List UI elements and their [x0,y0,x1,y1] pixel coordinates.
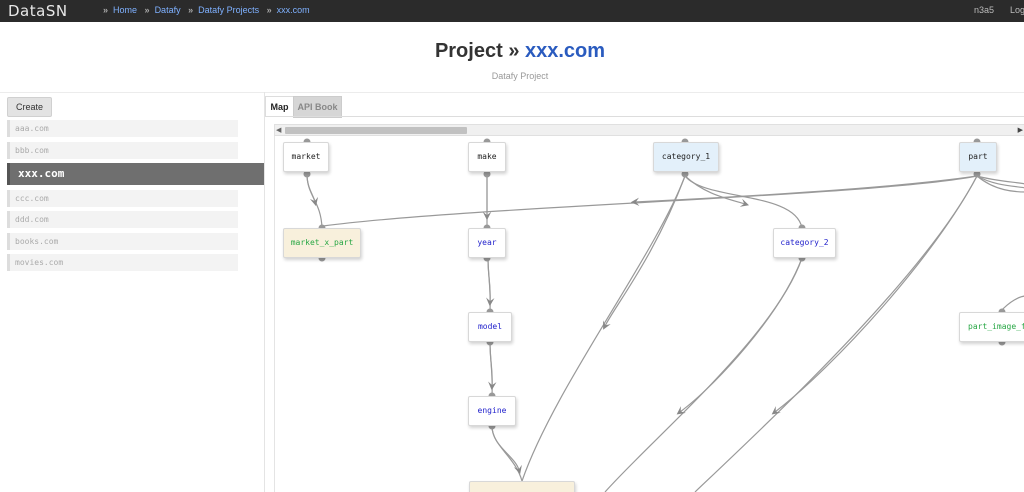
logout-link[interactable]: Log [1010,5,1024,15]
project-sidebar: Create aaa.com bbb.com xxx.com ccc.com d… [0,92,264,492]
breadcrumb-datafy-projects[interactable]: Datafy Projects [198,5,259,15]
node-make[interactable]: make [468,142,506,172]
node-model[interactable]: model [468,312,512,342]
project-item[interactable]: ddd.com [7,211,238,228]
tab-divider [265,116,1024,117]
breadcrumb-home[interactable]: Home [113,5,137,15]
node-category-1[interactable]: category_1 [653,142,719,172]
top-navbar: DataSN » Home » Datafy » Datafy Projects » x… [0,0,1024,22]
node-bottom-partial[interactable] [469,481,575,492]
user-menu[interactable]: n3a5 [974,5,994,15]
breadcrumb-separator: » [144,5,150,15]
map-edges [303,138,1024,492]
project-item[interactable]: bbb.com [7,142,238,159]
brand-logo[interactable]: DataSN [8,2,68,20]
scroll-left-arrow-icon[interactable]: ◀ [276,126,281,134]
page-title: Project » xxx.com [0,40,1024,63]
node-market-x-part[interactable]: market_x_part [283,228,361,258]
page-title-separator: » [508,40,520,62]
project-item-active[interactable]: xxx.com [7,163,264,185]
page-subtitle: Datafy Project [491,71,549,81]
node-category-2[interactable]: category_2 [773,228,836,258]
main-content: Map API Book ◀ ▶ market make category_1 … [264,92,1024,492]
breadcrumb-current[interactable]: xxx.com [277,5,310,15]
node-part-image-fi[interactable]: part_image_fi [959,312,1024,342]
node-part[interactable]: part [959,142,997,172]
node-engine[interactable]: engine [468,396,516,426]
breadcrumb-datafy[interactable]: Datafy [155,5,181,15]
project-item[interactable]: aaa.com [7,120,238,137]
node-year[interactable]: year [468,228,506,258]
page-header: Project » xxx.com Datafy Project [0,22,1024,93]
breadcrumb-separator: » [103,5,109,15]
node-market[interactable]: market [283,142,329,172]
tab-map[interactable]: Map [265,96,294,117]
scroll-right-arrow-icon[interactable]: ▶ [1018,126,1023,134]
breadcrumb-separator: » [188,5,194,15]
scroll-thumb[interactable] [285,127,467,134]
schema-map-canvas[interactable]: market make category_1 part market_x_par… [274,136,1024,492]
project-item[interactable]: movies.com [7,254,238,271]
page-title-project: xxx.com [525,40,606,62]
breadcrumb: » Home » Datafy » Datafy Projects » xxx.com [98,5,310,15]
create-button[interactable]: Create [7,97,52,117]
page-title-prefix: Project [434,40,503,62]
project-item[interactable]: books.com [7,233,238,250]
project-item[interactable]: ccc.com [7,190,238,207]
tab-api-book[interactable]: API Book [293,96,342,118]
horizontal-scrollbar[interactable]: ◀ ▶ [274,124,1024,136]
breadcrumb-separator: » [266,5,272,15]
